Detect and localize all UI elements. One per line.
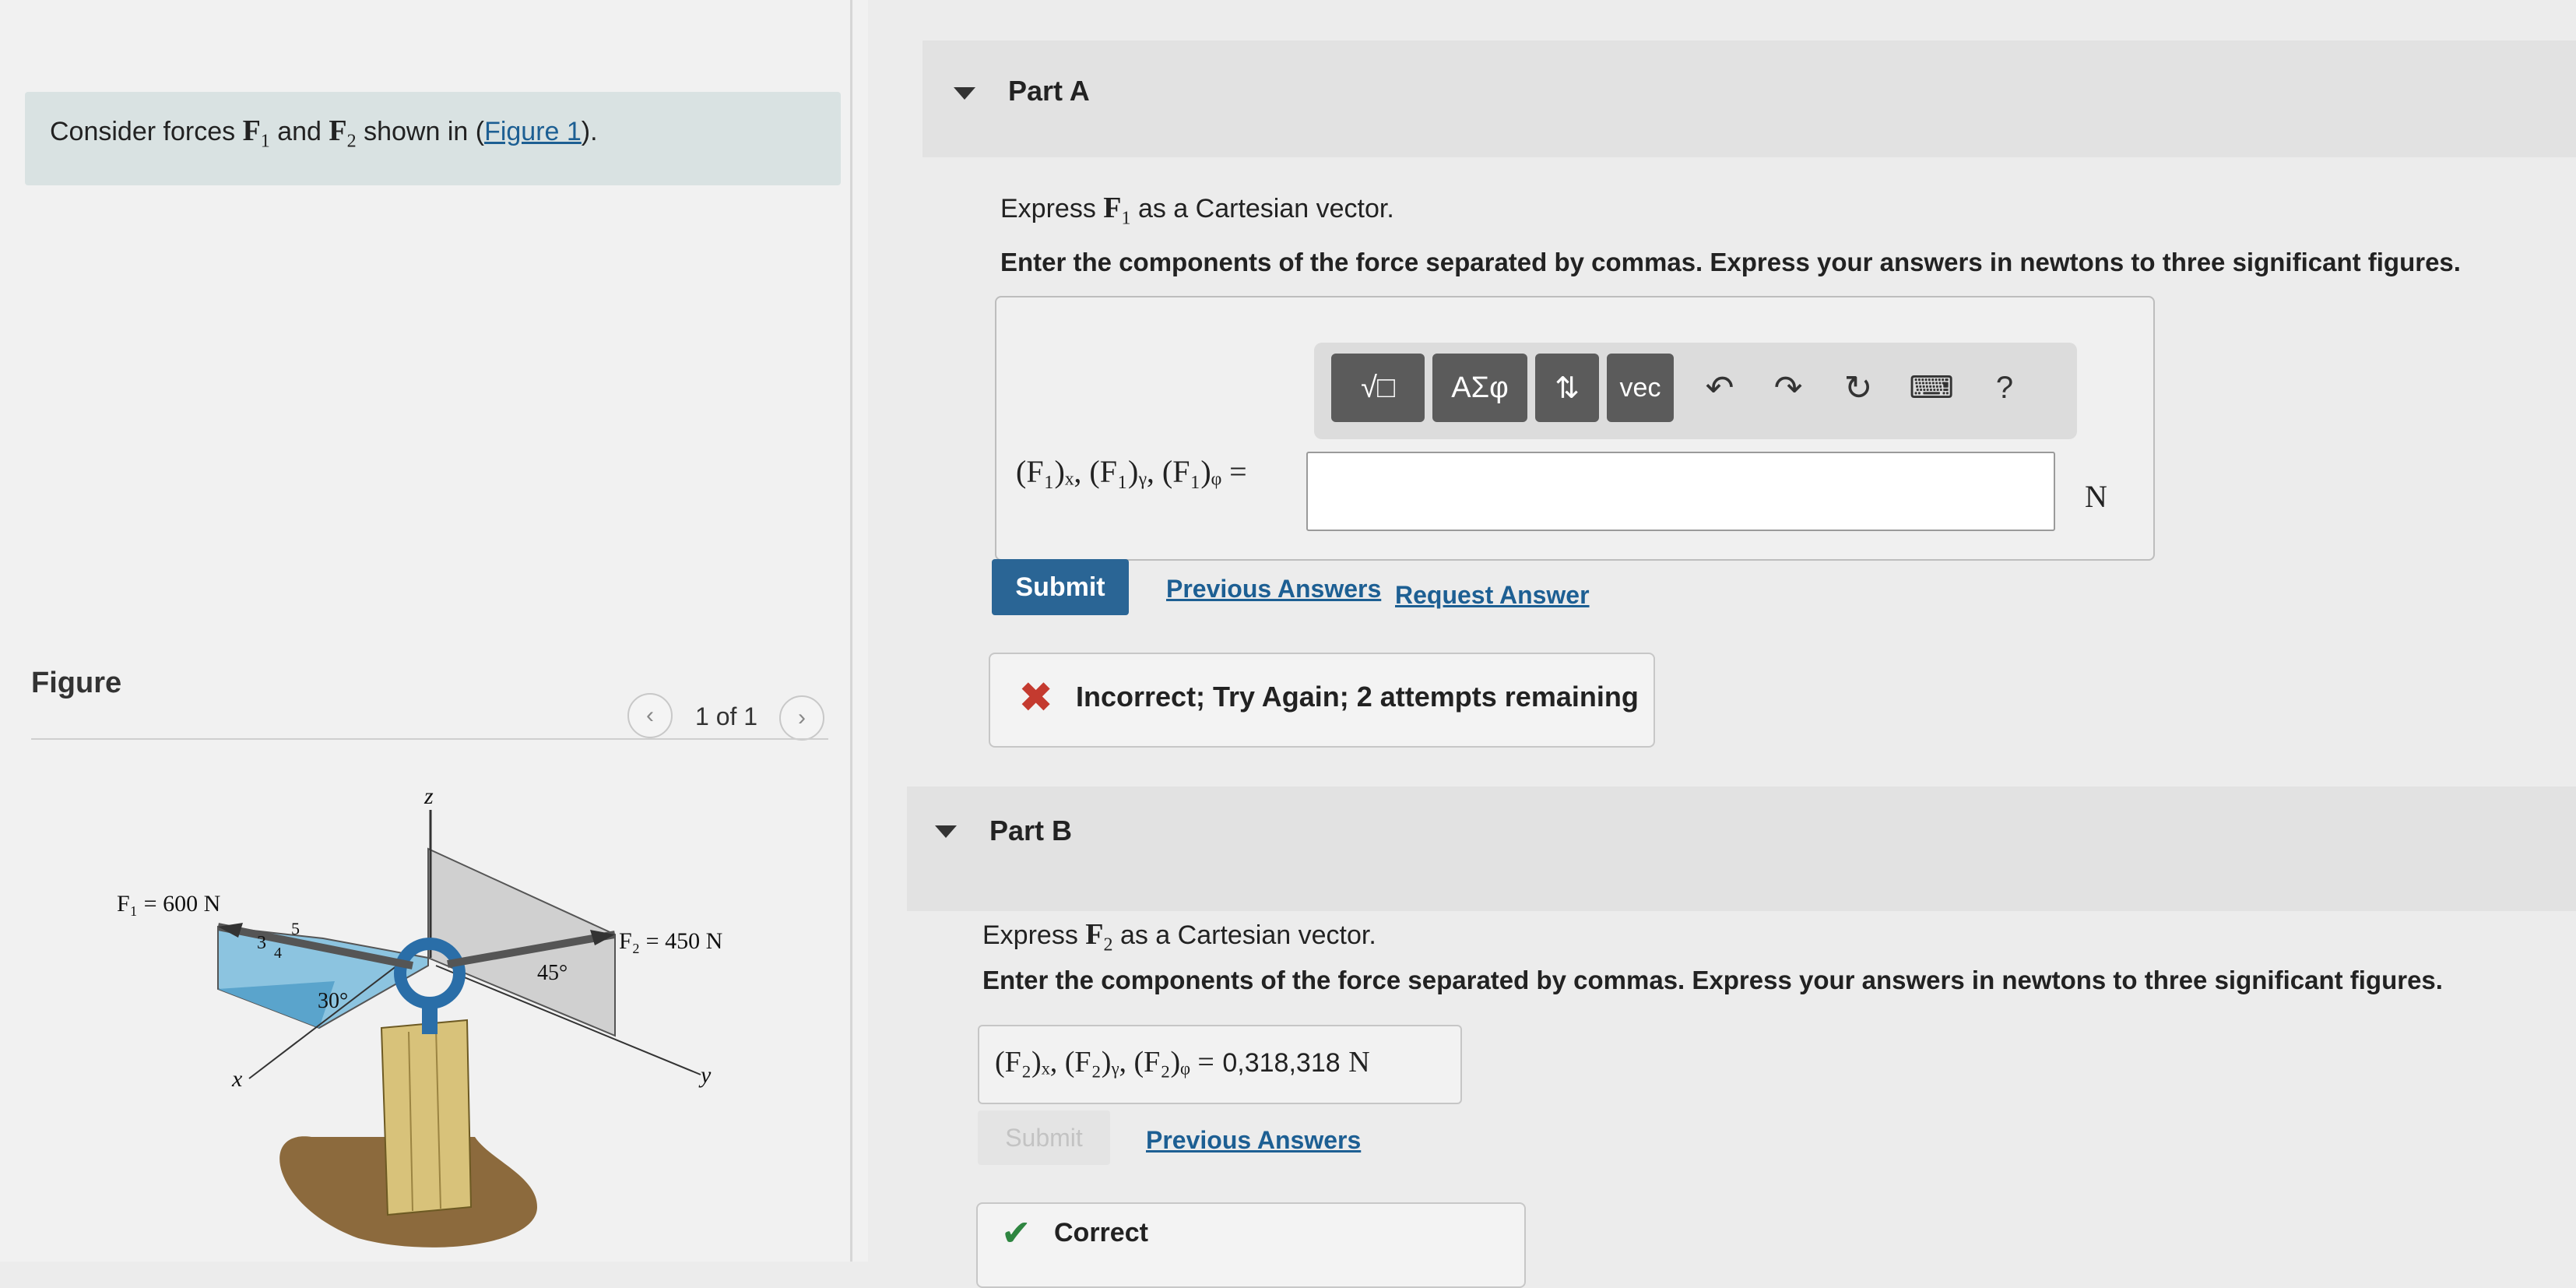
- part-a-instructions: Enter the components of the force separa…: [1000, 248, 2461, 276]
- f1-symbol: F1: [242, 114, 270, 152]
- redo-icon[interactable]: ↷: [1762, 354, 1814, 422]
- keyboard-icon[interactable]: ⌨: [1906, 354, 1957, 422]
- part-a-header[interactable]: Part A: [923, 40, 2576, 157]
- and-text: and: [277, 117, 322, 146]
- force-diagram: F₁ = 600 N F₂ = 450 N 45° 30° 3 4 5 z x …: [117, 783, 722, 1248]
- part-a-feedback-text: Incorrect; Try Again; 2 attempts remaini…: [1076, 681, 1639, 713]
- part-b-feedback: ✔ Correct: [976, 1202, 1526, 1288]
- f2-label: F₂ = 450 N: [619, 928, 722, 954]
- part-a-answer-label: (F₁)ₓ, (F₁)ᵧ, (F₁)ᵩ =: [1016, 454, 1247, 489]
- reset-icon[interactable]: ↻: [1833, 354, 1884, 422]
- chevron-right-icon[interactable]: ›: [779, 695, 824, 741]
- vec-button[interactable]: vec: [1607, 354, 1674, 422]
- prompt-before: Consider forces: [50, 117, 236, 146]
- pane-divider: [850, 0, 852, 1262]
- correct-check-icon: ✔: [1001, 1212, 1031, 1253]
- figure-link[interactable]: Figure 1: [484, 117, 582, 146]
- greek-button[interactable]: ΑΣφ: [1432, 354, 1527, 422]
- axis-y-label: y: [698, 1062, 712, 1088]
- greek-icon: ΑΣφ: [1451, 371, 1509, 404]
- chevron-left-icon[interactable]: ‹: [627, 693, 673, 738]
- left-pane: Consider forces F1 and F2 shown in (Figu…: [0, 0, 868, 1262]
- angle-45: 45°: [537, 961, 568, 985]
- axis-x-label: x: [231, 1066, 243, 1092]
- arrows-icon: ⇅: [1555, 371, 1580, 405]
- shown-in-text: shown in (: [364, 117, 485, 146]
- figure-counter: 1 of 1: [695, 702, 758, 730]
- part-b-submit-button: Submit: [978, 1110, 1110, 1165]
- undo-icon[interactable]: ↶: [1694, 354, 1745, 422]
- part-b-previous-answers-link[interactable]: Previous Answers: [1146, 1126, 1361, 1155]
- axis-z-label: z: [423, 783, 434, 809]
- collapse-arrow-icon[interactable]: [935, 825, 957, 838]
- part-a-unit: N: [2085, 479, 2107, 514]
- collapse-arrow-icon[interactable]: [954, 87, 975, 100]
- part-b-title: Part B: [989, 815, 1073, 846]
- f1-label: F₁ = 600 N: [117, 891, 220, 917]
- part-a-title: Part A: [1008, 75, 1090, 107]
- f2-symbol: F2: [329, 114, 357, 152]
- problem-prompt: Consider forces F1 and F2 shown in (Figu…: [25, 92, 841, 185]
- prompt-text: Consider forces F1 and F2 shown in (Figu…: [50, 114, 598, 153]
- part-a-previous-answers-link[interactable]: Previous Answers: [1166, 575, 1381, 604]
- ratio-3: 3: [257, 933, 266, 953]
- part-b-answer-display: (F₂)ₓ, (F₂)ᵧ, (F₂)ᵩ = 0,318,318 N: [978, 1025, 1462, 1104]
- part-b-header[interactable]: Part B: [907, 787, 2576, 911]
- part-b-answer-value: 0,318,318: [1222, 1048, 1341, 1078]
- part-b-unit: N: [1348, 1046, 1370, 1079]
- part-b-answer: (F₂)ₓ, (F₂)ᵧ, (F₂)ᵩ = 0,318,318 N: [995, 1046, 1370, 1079]
- figure-divider: [31, 738, 828, 740]
- part-a-answer-input[interactable]: [1306, 452, 2055, 531]
- part-b-feedback-text: Correct: [1054, 1218, 1148, 1248]
- angle-30: 30°: [318, 989, 348, 1013]
- part-b-question: Express F2 as a Cartesian vector.: [982, 918, 1376, 955]
- ratio-5: 5: [291, 919, 300, 938]
- part-a-submit-button[interactable]: Submit: [992, 559, 1129, 615]
- part-a-feedback: ✖ Incorrect; Try Again; 2 attempts remai…: [989, 653, 1655, 748]
- templates-icon: √□: [1361, 371, 1395, 404]
- arrows-button[interactable]: ⇅: [1535, 354, 1599, 422]
- part-b-instructions: Enter the components of the force separa…: [982, 966, 2443, 994]
- part-a-request-answer-link[interactable]: Request Answer: [1395, 581, 1590, 610]
- incorrect-x-icon: ✖: [1018, 674, 1054, 721]
- templates-button[interactable]: √□: [1331, 354, 1425, 422]
- prompt-after: ).: [581, 117, 598, 146]
- wooden-post: [380, 1019, 473, 1216]
- vec-label: vec: [1619, 372, 1661, 403]
- part-a-question: Express F1 as a Cartesian vector.: [1000, 192, 1394, 229]
- figure-title: Figure: [31, 667, 122, 699]
- ratio-4: 4: [274, 945, 282, 962]
- math-toolbar: √□ ΑΣφ ⇅ vec ↶ ↷ ↻ ⌨ ?: [1314, 343, 2077, 439]
- help-icon[interactable]: ?: [1979, 354, 2030, 422]
